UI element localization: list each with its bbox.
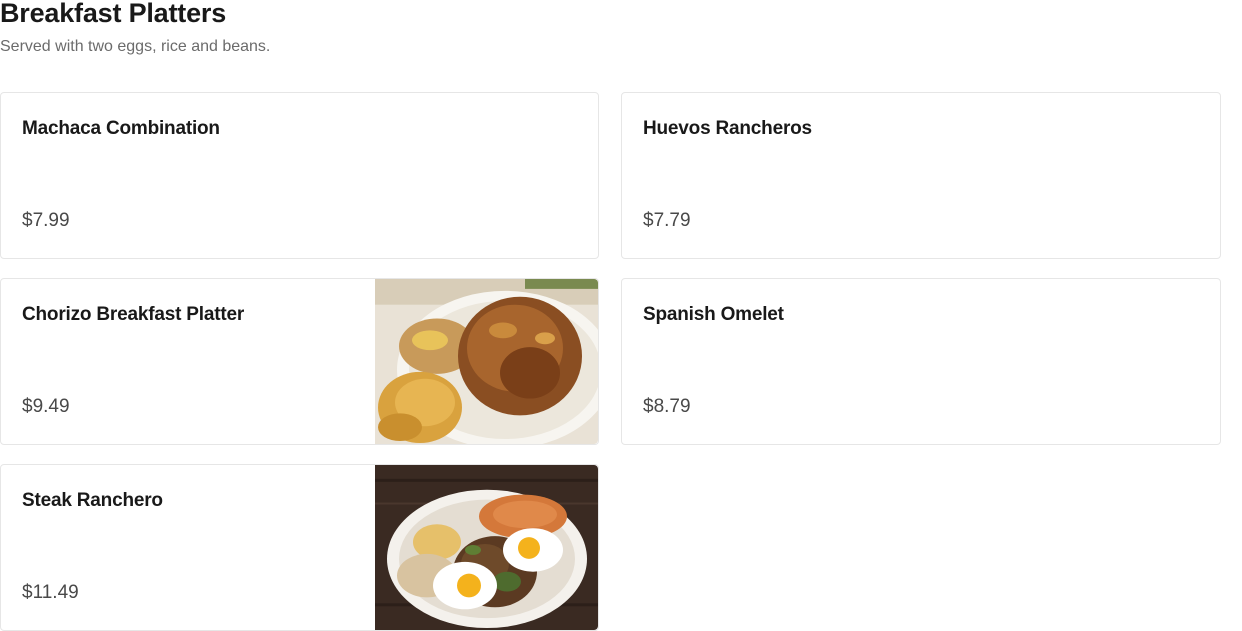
steak-ranchero-image (375, 465, 598, 630)
menu-item-photo (375, 465, 598, 630)
menu-item-price: $9.49 (22, 396, 70, 417)
menu-item-photo (375, 279, 598, 444)
menu-item-price: $7.79 (643, 210, 691, 231)
menu-item-price: $7.99 (22, 210, 70, 231)
menu-item-card[interactable]: Huevos Rancheros $7.79 (621, 92, 1221, 259)
section-title: Breakfast Platters (0, 0, 227, 28)
menu-item-name: Machaca Combination (22, 118, 220, 139)
section-subtitle: Served with two eggs, rice and beans. (0, 38, 271, 55)
menu-item-name: Spanish Omelet (643, 304, 784, 325)
menu-item-card[interactable]: Spanish Omelet $8.79 (621, 278, 1221, 445)
menu-item-card[interactable]: Steak Ranchero $11.49 (0, 464, 599, 631)
menu-items-grid: Machaca Combination $7.99 Huevos Rancher… (0, 92, 1221, 631)
menu-item-name: Steak Ranchero (22, 490, 163, 511)
menu-item-card[interactable]: Chorizo Breakfast Platter $9.49 (0, 278, 599, 445)
chorizo-platter-image (375, 279, 598, 444)
menu-item-name: Huevos Rancheros (643, 118, 812, 139)
menu-item-price: $11.49 (22, 582, 79, 603)
menu-item-name: Chorizo Breakfast Platter (22, 304, 245, 325)
menu-item-price: $8.79 (643, 396, 691, 417)
menu-item-card[interactable]: Machaca Combination $7.99 (0, 92, 599, 259)
